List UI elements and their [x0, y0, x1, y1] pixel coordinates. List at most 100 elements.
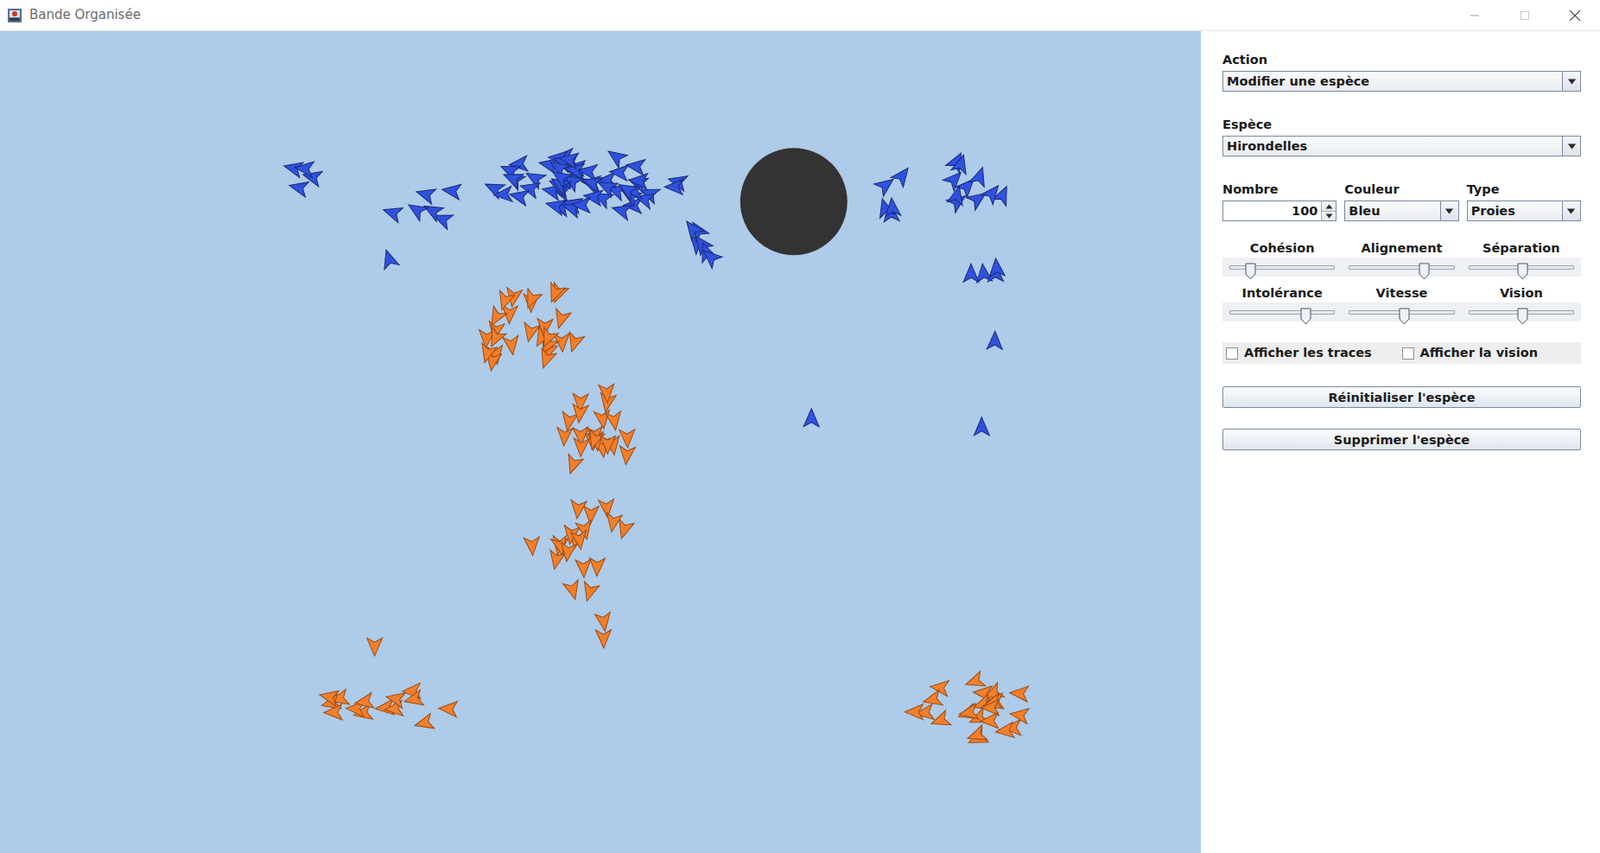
slider-track[interactable] — [1229, 265, 1335, 270]
checkbox[interactable] — [1225, 347, 1239, 360]
slider-track[interactable] — [1348, 310, 1454, 315]
slider-track[interactable] — [1229, 310, 1335, 315]
boid — [323, 704, 343, 721]
boid — [502, 335, 521, 356]
boid — [378, 247, 400, 269]
boid — [476, 342, 497, 365]
boid — [599, 435, 616, 454]
boid — [544, 282, 566, 305]
boid — [563, 579, 584, 602]
boid — [883, 196, 902, 216]
boid — [551, 308, 572, 331]
species-label: Espèce — [1222, 116, 1581, 133]
checkbox-label[interactable]: Afficher les traces — [1244, 343, 1372, 363]
slider-thumb[interactable] — [1517, 260, 1529, 278]
species-section: Espèce Hirondelles — [1222, 116, 1581, 157]
spinner-value[interactable]: 100 — [1223, 201, 1321, 221]
slider-thumb[interactable] — [1418, 260, 1430, 278]
action-combo[interactable]: Modifier une espèce — [1222, 70, 1581, 92]
checkbox-item[interactable]: Afficher les traces — [1225, 343, 1403, 363]
boid — [947, 184, 967, 206]
field-label: Couleur — [1344, 181, 1459, 197]
boid — [619, 429, 636, 449]
boid — [929, 678, 950, 696]
control-panel: ActionModifier une espèceEspèceHirondell… — [1200, 31, 1600, 853]
boid — [617, 445, 635, 466]
boid — [579, 581, 600, 604]
minimize-icon[interactable] — [1449, 0, 1500, 31]
field-combo[interactable]: Proies — [1466, 200, 1581, 222]
options-row: Afficher les traces Afficher la vision — [1222, 342, 1581, 364]
app-window: Bande Organisée ActionModifier une espèc… — [0, 0, 1600, 853]
slider-cell: Vitesse — [1341, 285, 1461, 331]
boid — [920, 689, 943, 709]
slider-cell: Alignement — [1341, 240, 1461, 286]
boid — [367, 637, 383, 656]
slider-label: Vitesse — [1341, 285, 1461, 301]
boid — [501, 167, 524, 190]
boid — [973, 417, 990, 436]
slider[interactable] — [1461, 257, 1581, 277]
flock-drawing — [0, 31, 1201, 853]
boid — [494, 290, 515, 312]
action-combo-value: Modifier une espèce — [1223, 71, 1562, 91]
boid — [548, 165, 572, 189]
species-combo[interactable]: Hirondelles — [1222, 135, 1581, 157]
spin-down-icon[interactable] — [1321, 210, 1336, 221]
slider[interactable] — [1222, 257, 1342, 277]
boid — [803, 408, 820, 427]
boid — [980, 180, 1004, 205]
slider-label: Séparation — [1461, 240, 1581, 256]
boid — [384, 688, 406, 708]
simulation-canvas[interactable] — [0, 31, 1201, 853]
obstacle — [740, 147, 848, 255]
boid — [380, 202, 404, 223]
slider[interactable] — [1341, 302, 1461, 322]
boid — [571, 196, 591, 213]
boid — [1009, 705, 1029, 724]
boid — [413, 184, 436, 204]
slider[interactable] — [1222, 302, 1342, 322]
field-label: Nombre — [1222, 181, 1337, 197]
slider-thumb[interactable] — [1300, 304, 1312, 323]
boid — [598, 383, 616, 403]
field-label: Type — [1466, 181, 1581, 197]
slider-track[interactable] — [1468, 265, 1575, 270]
delete-species-button[interactable]: Supprimer l'espèce — [1222, 428, 1581, 451]
boid — [603, 145, 629, 169]
boid — [572, 438, 590, 458]
slider-track[interactable] — [1348, 265, 1454, 270]
slider-track[interactable] — [1468, 310, 1575, 315]
slider-label: Vision — [1461, 285, 1581, 301]
number-spinner[interactable]: 100 — [1222, 200, 1337, 222]
species-combo-value: Hirondelles — [1223, 136, 1562, 156]
slider[interactable] — [1461, 302, 1581, 322]
checkbox-label[interactable]: Afficher la vision — [1420, 343, 1538, 363]
field-combo-value: Bleu — [1345, 201, 1440, 221]
boid — [353, 692, 375, 711]
slider-thumb[interactable] — [1244, 260, 1257, 278]
boid — [951, 152, 972, 175]
field-cell: Nombre 100 — [1222, 181, 1337, 222]
checkbox[interactable] — [1402, 347, 1415, 360]
dropdown-arrow-icon[interactable] — [1440, 201, 1459, 221]
slider-cell: Intolérance — [1222, 285, 1342, 331]
slider-thumb[interactable] — [1398, 304, 1410, 323]
dropdown-arrow-icon[interactable] — [1561, 71, 1581, 91]
boid — [680, 216, 705, 242]
slider[interactable] — [1341, 257, 1461, 277]
checkbox-item[interactable]: Afficher la vision — [1402, 343, 1579, 363]
maximize-icon[interactable] — [1499, 0, 1550, 31]
title-bar: Bande Organisée — [0, 0, 1600, 32]
dropdown-arrow-icon[interactable] — [1561, 136, 1581, 156]
field-combo[interactable]: Bleu — [1344, 200, 1459, 222]
dropdown-arrow-icon[interactable] — [1561, 201, 1581, 221]
boid — [595, 175, 619, 197]
slider-thumb[interactable] — [1517, 304, 1529, 323]
boid — [928, 710, 952, 731]
reset-species-button[interactable]: Réinitialiser l'espèce — [1222, 386, 1581, 408]
close-icon[interactable] — [1549, 0, 1600, 31]
field-cell: Type Proies — [1466, 181, 1581, 222]
boid — [969, 165, 991, 188]
spin-up-icon[interactable] — [1321, 201, 1336, 211]
